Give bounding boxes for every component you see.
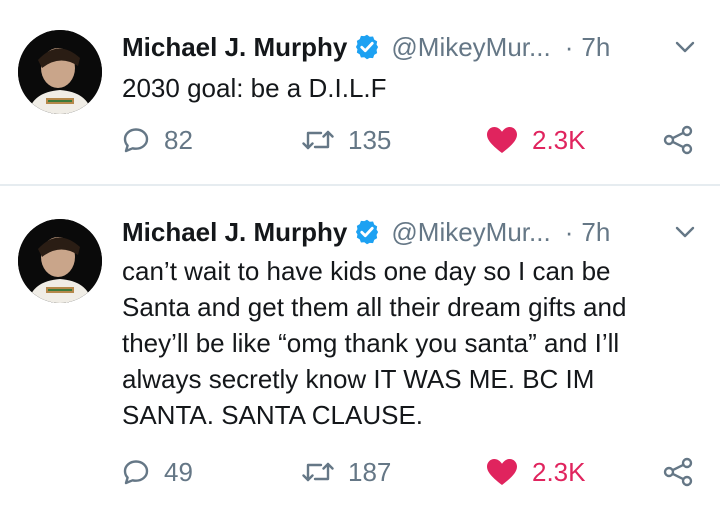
tweet-actions: 82 135 2.3K xyxy=(122,118,700,162)
chevron-down-icon[interactable] xyxy=(674,36,696,58)
chevron-down-icon[interactable] xyxy=(674,221,696,243)
reply-icon xyxy=(123,460,149,485)
retweet-icon xyxy=(302,462,334,482)
author-name[interactable]: Michael J. Murphy xyxy=(122,32,347,63)
time-separator: · xyxy=(564,31,574,62)
timestamp[interactable]: 7h xyxy=(581,217,610,248)
reply-count: 49 xyxy=(164,456,193,487)
reply-icon xyxy=(123,128,149,153)
retweet-icon xyxy=(302,130,334,150)
reply-button[interactable]: 49 xyxy=(122,450,193,494)
share-button[interactable] xyxy=(662,118,694,162)
like-button[interactable]: 2.3K xyxy=(486,118,586,162)
timestamp[interactable]: 7h xyxy=(581,32,610,63)
retweet-count: 187 xyxy=(348,456,392,487)
like-count: 2.3K xyxy=(532,456,586,487)
reply-count: 82 xyxy=(164,124,193,155)
avatar[interactable] xyxy=(18,30,102,114)
share-icon xyxy=(663,457,693,487)
share-button[interactable] xyxy=(662,450,694,494)
tweet[interactable]: Michael J. Murphy @MikeyMur... · 7h 2030… xyxy=(0,0,720,186)
verified-badge-icon xyxy=(356,219,379,245)
tweet-actions: 49 187 2.3K xyxy=(122,450,700,494)
like-count: 2.3K xyxy=(532,124,586,155)
reply-button[interactable]: 82 xyxy=(122,118,193,162)
tweet[interactable]: Michael J. Murphy @MikeyMur... · 7h can’… xyxy=(0,186,720,516)
tweet-text: 2030 goal: be a D.I.L.F xyxy=(122,73,387,103)
avatar[interactable] xyxy=(18,219,102,303)
heart-icon xyxy=(487,459,517,485)
retweet-count: 135 xyxy=(348,124,392,155)
retweet-button[interactable]: 135 xyxy=(302,118,391,162)
tweet-text: can’t wait to have kids one day so I can… xyxy=(122,256,627,430)
author-handle[interactable]: @MikeyMur... xyxy=(391,217,550,248)
verified-badge-icon xyxy=(356,34,379,60)
share-icon xyxy=(663,125,693,155)
retweet-button[interactable]: 187 xyxy=(302,450,391,494)
time-separator: · xyxy=(564,216,574,247)
like-button[interactable]: 2.3K xyxy=(486,450,586,494)
author-handle[interactable]: @MikeyMur... xyxy=(391,32,550,63)
tweet-header: Michael J. Murphy @MikeyMur... · 7h xyxy=(122,30,696,64)
tweet-header: Michael J. Murphy @MikeyMur... · 7h xyxy=(122,215,696,249)
author-name[interactable]: Michael J. Murphy xyxy=(122,217,347,248)
heart-icon xyxy=(487,127,517,153)
